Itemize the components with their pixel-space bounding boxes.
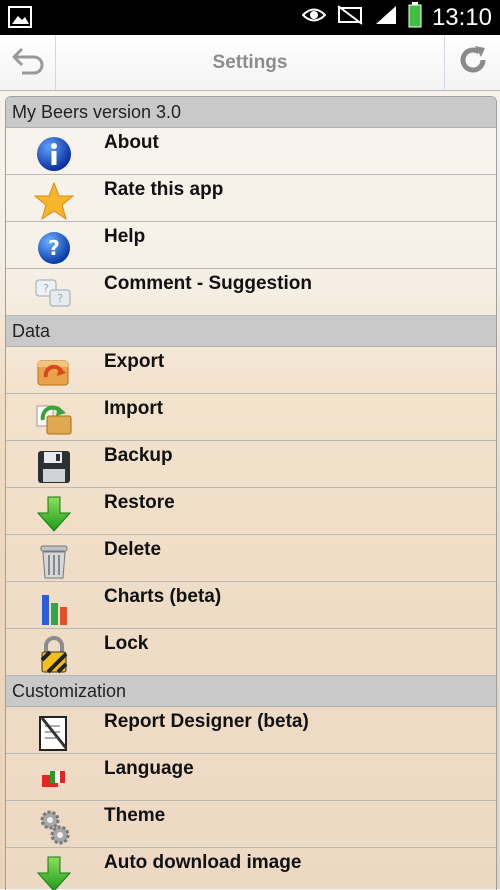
section-header-customization: Customization	[6, 676, 496, 707]
svg-text:?: ?	[48, 236, 60, 260]
settings-item-restore[interactable]: Restore	[6, 488, 496, 535]
settings-item-theme[interactable]: Theme	[6, 801, 496, 848]
report-icon	[34, 713, 74, 753]
settings-item-label: Language	[104, 758, 194, 779]
settings-item-export[interactable]: Export	[6, 347, 496, 394]
star-icon	[34, 181, 74, 221]
settings-item-label: Restore	[104, 492, 175, 513]
lock-icon	[34, 635, 74, 675]
settings-item-label: Import	[104, 398, 164, 419]
help-icon: ?	[34, 228, 74, 268]
flags-icon	[34, 760, 74, 800]
trash-icon	[34, 541, 74, 581]
settings-item-import[interactable]: Import	[6, 394, 496, 441]
page-title: Settings	[212, 51, 288, 73]
settings-item-label: Rate this app	[104, 179, 224, 200]
down-arrow-icon	[34, 494, 74, 534]
gallery-icon	[8, 6, 32, 33]
mute-icon	[336, 4, 364, 31]
settings-item-label: Comment - Suggestion	[104, 273, 312, 294]
settings-item-label: Help	[104, 226, 146, 247]
section-title: Data	[12, 320, 51, 341]
app-header: Settings	[0, 35, 500, 91]
settings-item-label: Theme	[104, 805, 166, 826]
settings-item-help[interactable]: ? Help	[6, 222, 496, 269]
export-icon	[34, 353, 74, 393]
settings-item-report-designer[interactable]: Report Designer (beta)	[6, 707, 496, 754]
back-arrow-icon	[10, 45, 46, 80]
clock: 13:10	[431, 3, 492, 31]
settings-item-label: Auto download image	[104, 852, 302, 873]
svg-text:?: ?	[43, 282, 49, 295]
chat-icon: ??	[34, 275, 74, 315]
chart-icon	[34, 588, 74, 628]
back-button[interactable]	[0, 35, 56, 90]
battery-icon	[408, 2, 422, 33]
download-icon	[34, 854, 74, 890]
settings-item-label: Backup	[104, 445, 173, 466]
section-header-data: Data	[6, 316, 496, 347]
settings-item-label: About	[104, 132, 159, 153]
settings-item-comment[interactable]: ?? Comment - Suggestion	[6, 269, 496, 316]
info-icon	[34, 134, 74, 174]
eye-icon	[301, 6, 327, 29]
settings-list: My Beers version 3.0 About Rate this app…	[5, 96, 497, 890]
svg-text:?: ?	[57, 292, 63, 305]
gears-icon	[34, 807, 74, 847]
section-title: My Beers version 3.0	[12, 101, 182, 122]
refresh-icon	[457, 44, 489, 81]
settings-item-language[interactable]: Language	[6, 754, 496, 801]
settings-item-auto-download[interactable]: Auto download image	[6, 848, 496, 890]
refresh-button[interactable]	[444, 35, 500, 90]
section-title: Customization	[12, 680, 127, 701]
settings-item-label: Lock	[104, 633, 149, 654]
import-icon	[34, 400, 74, 440]
settings-item-label: Charts (beta)	[104, 586, 222, 607]
settings-item-label: Delete	[104, 539, 162, 560]
status-bar: 13:10	[0, 0, 500, 35]
settings-item-label: Report Designer (beta)	[104, 711, 309, 732]
settings-item-backup[interactable]: Backup	[6, 441, 496, 488]
settings-item-charts[interactable]: Charts (beta)	[6, 582, 496, 629]
settings-item-lock[interactable]: Lock	[6, 629, 496, 676]
signal-icon	[374, 4, 398, 31]
section-header-version: My Beers version 3.0	[6, 97, 496, 128]
settings-item-delete[interactable]: Delete	[6, 535, 496, 582]
floppy-icon	[34, 447, 74, 487]
settings-item-about[interactable]: About	[6, 128, 496, 175]
settings-item-label: Export	[104, 351, 165, 372]
settings-item-rate[interactable]: Rate this app	[6, 175, 496, 222]
